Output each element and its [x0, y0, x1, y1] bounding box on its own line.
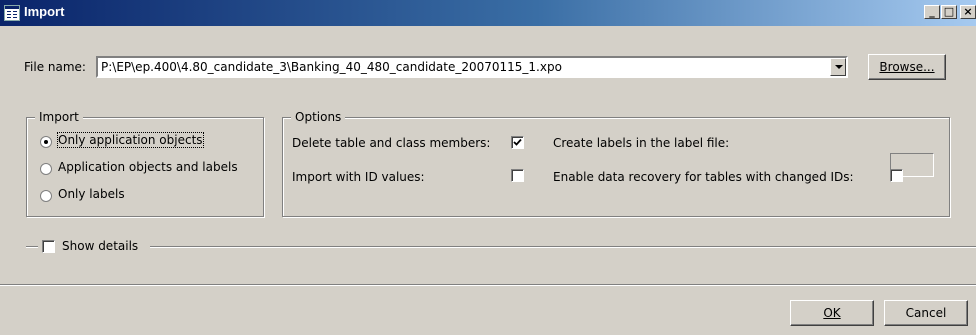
- chevron-down-icon[interactable]: [830, 58, 846, 76]
- cancel-button[interactable]: Cancel: [884, 300, 968, 326]
- browse-button-label: Browse...: [879, 60, 935, 74]
- import-window-icon: [4, 5, 20, 21]
- import-group-legend: Import: [35, 110, 83, 124]
- file-name-value: P:\EP\ep.400\4.80_candidate_3\Banking_40…: [101, 60, 562, 74]
- ok-button-label: OK: [823, 306, 841, 320]
- data-recovery-label: Enable data recovery for tables with cha…: [553, 170, 854, 184]
- show-details-label[interactable]: Show details: [62, 239, 138, 253]
- file-name-combobox[interactable]: P:\EP\ep.400\4.80_candidate_3\Banking_40…: [96, 56, 848, 78]
- details-line-right: [150, 246, 976, 248]
- create-labels-label: Create labels in the label file:: [553, 136, 730, 150]
- radio-label-only-labels[interactable]: Only labels: [58, 187, 125, 201]
- data-recovery-checkbox[interactable]: [890, 169, 903, 182]
- options-group-legend: Options: [291, 110, 346, 124]
- delete-members-label: Delete table and class members:: [292, 136, 491, 150]
- radio-only-labels[interactable]: [40, 190, 52, 202]
- options-group: Options: [282, 110, 950, 217]
- radio-application-objects-and-labels[interactable]: [40, 163, 52, 175]
- details-line-left: [26, 246, 38, 248]
- browse-button[interactable]: Browse...: [868, 54, 946, 80]
- delete-members-checkbox[interactable]: [511, 136, 524, 149]
- footer-separator: [0, 284, 976, 286]
- radio-label-only-application-objects[interactable]: Only application objects: [57, 132, 204, 148]
- ok-button[interactable]: OK: [790, 300, 874, 326]
- window-title: Import: [24, 4, 65, 19]
- import-ids-checkbox[interactable]: [511, 169, 524, 182]
- checkmark-icon: [513, 138, 522, 146]
- close-button[interactable]: ×: [960, 5, 976, 19]
- show-details-checkbox[interactable]: [42, 240, 55, 253]
- file-name-label: File name:: [24, 60, 86, 74]
- minimize-button[interactable]: _: [924, 5, 940, 19]
- import-ids-label: Import with ID values:: [292, 170, 425, 184]
- radio-label-application-objects-and-labels[interactable]: Application objects and labels: [58, 160, 238, 174]
- radio-only-application-objects[interactable]: [40, 136, 52, 148]
- title-bar: Import _ □ ×: [0, 0, 976, 26]
- maximize-button[interactable]: □: [941, 5, 957, 19]
- cancel-button-label: Cancel: [905, 306, 947, 320]
